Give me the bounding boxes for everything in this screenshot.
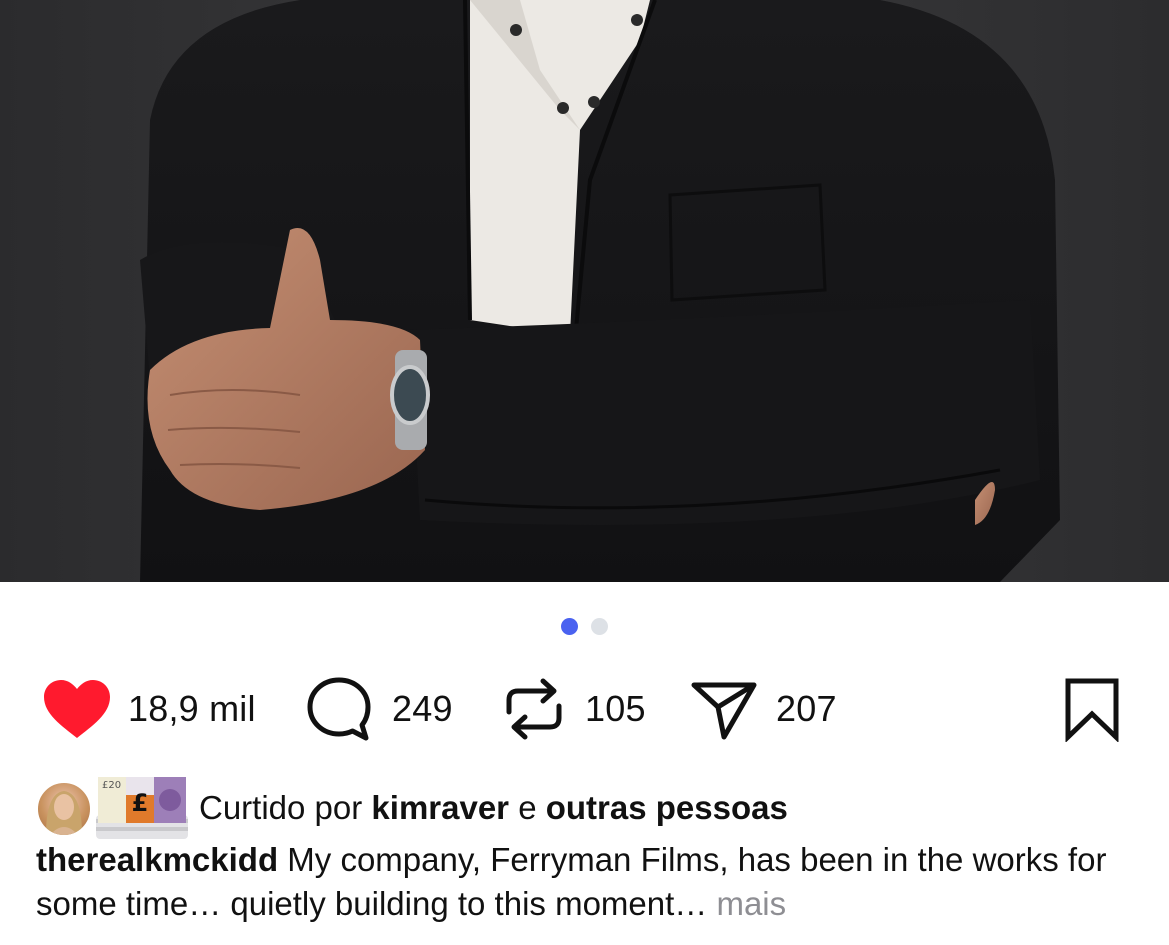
pound-sign: £ <box>132 789 149 817</box>
like-count: 18,9 mil <box>128 688 256 729</box>
send-icon <box>691 682 757 740</box>
bookmark-icon <box>1065 678 1119 742</box>
money-bag-emoji-icon: £ £20 <box>96 777 188 839</box>
caption-username[interactable]: therealkmckidd <box>36 841 278 878</box>
liked-by-avatars: £ £20 <box>36 775 191 841</box>
carousel-dot-active[interactable] <box>561 618 578 635</box>
action-bar: 18,9 mil 249 105 207 <box>0 672 1169 746</box>
caption-more-link[interactable]: mais <box>716 885 786 922</box>
heart-filled-icon <box>44 680 110 738</box>
carousel-indicator <box>0 618 1169 636</box>
comment-bubble-icon <box>307 677 371 741</box>
liked-by-others[interactable]: outras pessoas <box>546 789 788 826</box>
post-photo-illustration <box>0 0 1169 582</box>
repost-icon <box>506 678 562 740</box>
liked-by-row[interactable]: £ £20 Curtido por kimraver e outras pess… <box>36 775 788 841</box>
liked-by-prefix: Curtido por <box>199 789 363 826</box>
liked-by-connector: e <box>518 789 537 826</box>
share-button[interactable]: 207 <box>690 672 837 746</box>
comment-count: 249 <box>392 688 453 729</box>
repost-button[interactable]: 105 <box>503 672 646 746</box>
comment-button[interactable]: 249 <box>306 672 453 746</box>
money-label: £20 <box>102 780 121 791</box>
repost-count: 105 <box>585 688 646 729</box>
liked-by-text: Curtido por kimraver e outras pessoas <box>199 789 788 827</box>
like-button[interactable]: 18,9 mil <box>42 672 256 746</box>
carousel-dot[interactable] <box>591 618 608 635</box>
liked-by-user[interactable]: kimraver <box>371 789 509 826</box>
post-image[interactable] <box>0 0 1169 582</box>
avatar[interactable] <box>36 781 92 837</box>
save-button[interactable] <box>1063 672 1121 746</box>
post-caption: therealkmckidd My company, Ferryman Film… <box>36 838 1136 926</box>
share-count: 207 <box>776 688 837 729</box>
